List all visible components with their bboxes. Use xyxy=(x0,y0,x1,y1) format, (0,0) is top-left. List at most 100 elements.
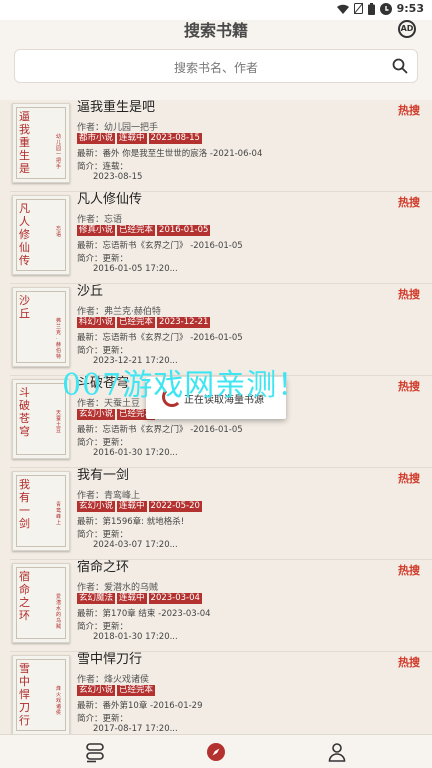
intro-label: 简介：更新： xyxy=(77,254,129,264)
bottom-nav xyxy=(0,734,432,768)
cover-author: 天蚕土豆 xyxy=(56,410,62,434)
latest-chapter: 最新：忘语新书《玄界之门》 -2016-01-05 xyxy=(77,241,243,251)
book-author: 作者：烽火戏诸侯 xyxy=(77,675,150,685)
book-title[interactable]: 逼我重生是吧 xyxy=(77,100,155,116)
cover-title: 我有一剑 xyxy=(19,478,30,530)
hot-badge: 热搜 xyxy=(398,104,420,117)
update-time: 2017-08-17 17:20... xyxy=(93,724,178,734)
book-author: 作者：弗兰克·赫伯特 xyxy=(77,307,161,317)
book-author: 作者：忘语 xyxy=(77,215,123,225)
intro-label: 简介：更新： xyxy=(77,622,129,632)
category-tag: 科幻小说 xyxy=(77,317,116,328)
wifi-icon xyxy=(336,4,349,14)
cover-author: 幼儿园一把手 xyxy=(56,134,62,170)
cover-title: 雪中悍刀行 xyxy=(19,662,30,727)
tag-list: 修真小说 已经完本 2016-01-05 xyxy=(77,225,211,236)
book-title[interactable]: 凡人修仙传 xyxy=(77,192,142,208)
hot-badge: 热搜 xyxy=(398,288,420,301)
update-time: 2024-03-07 17:20... xyxy=(93,540,178,550)
book-item-5[interactable]: 宿命之环 爱潜水的乌贼 宿命之环 热搜 作者：爱潜水的乌贼 玄幻魔法 连载中 2… xyxy=(0,560,432,652)
book-item-1[interactable]: 凡人修仙传 忘语 凡人修仙传 热搜 作者：忘语 修真小说 已经完本 2016-0… xyxy=(0,192,432,284)
book-cover[interactable]: 沙丘 弗兰克·赫伯特 xyxy=(12,287,70,367)
status-tag: 连载中 xyxy=(117,501,147,512)
search-input[interactable]: 搜索书名、作者 xyxy=(15,59,417,76)
date-tag: 2023-03-04 xyxy=(148,593,202,604)
intro-label: 简介：连载： xyxy=(77,162,129,172)
page-title: 搜索书籍 xyxy=(183,21,248,40)
status-tag: 连载中 xyxy=(117,593,147,604)
battery-icon xyxy=(367,2,375,15)
cover-author: 爱潜水的乌贼 xyxy=(56,594,62,630)
no-sim-icon xyxy=(353,3,363,14)
category-tag: 都市小说 xyxy=(77,133,116,144)
latest-chapter: 最新：番外 你是我至生世世的宸洛 -2021-06-04 xyxy=(77,149,263,159)
latest-chapter: 最新：第1596章: 就地格杀! xyxy=(77,517,185,527)
book-item-4[interactable]: 我有一剑 青鸾峰上 我有一剑 热搜 作者：青鸾峰上 玄幻小说 连载中 2022-… xyxy=(0,468,432,560)
date-tag: 2023-08-15 xyxy=(148,133,202,144)
bookshelf-icon[interactable] xyxy=(84,741,106,763)
search-bar[interactable]: 搜索书名、作者 xyxy=(14,49,418,83)
tag-list: 玄幻魔法 连载中 2023-03-04 xyxy=(77,593,202,604)
hot-badge: 热搜 xyxy=(398,472,420,485)
clock-time: 9:53 xyxy=(396,2,424,15)
status-icons: 9:53 xyxy=(336,2,424,15)
notification-icon xyxy=(379,2,392,15)
status-tag: 已经完本 xyxy=(117,225,156,236)
cover-author: 青鸾峰上 xyxy=(56,502,62,526)
header: 搜索书籍 AD 搜索书名、作者 xyxy=(0,20,432,100)
status-tag: 已经完本 xyxy=(117,317,156,328)
book-item-0[interactable]: 逼我重生是 幼儿园一把手 逼我重生是吧 热搜 作者：幼儿园一把手 都市小说 连载… xyxy=(0,100,432,192)
book-title[interactable]: 雪中悍刀行 xyxy=(77,652,142,668)
category-tag: 玄幻小说 xyxy=(77,409,116,420)
hot-badge: 热搜 xyxy=(398,656,420,669)
tag-list: 都市小说 连载中 2023-08-15 xyxy=(77,133,202,144)
date-tag: 2022-05-20 xyxy=(148,501,202,512)
search-icon[interactable] xyxy=(392,58,408,74)
cover-author: 弗兰克·赫伯特 xyxy=(56,318,62,360)
cover-author: 忘语 xyxy=(56,226,62,238)
intro-label: 简介：更新： xyxy=(77,438,129,448)
latest-chapter: 最新：忘语新书《玄界之门》 -2016-01-05 xyxy=(77,425,243,435)
cover-author: 烽火戏诸侯 xyxy=(56,686,62,716)
cover-title: 宿命之环 xyxy=(19,570,30,622)
book-author: 作者：青鸾峰上 xyxy=(77,491,141,501)
hot-badge: 热搜 xyxy=(398,196,420,209)
update-time: 2018-01-30 17:20... xyxy=(93,632,178,642)
book-title[interactable]: 我有一剑 xyxy=(77,468,129,484)
profile-icon[interactable] xyxy=(326,741,348,763)
cover-title: 凡人修仙传 xyxy=(19,202,30,267)
category-tag: 玄幻小说 xyxy=(77,685,116,696)
tag-list: 科幻小说 已经完本 2023-12-21 xyxy=(77,317,211,328)
book-author: 作者：爱潜水的乌贼 xyxy=(77,583,159,593)
hot-badge: 热搜 xyxy=(398,380,420,393)
intro-label: 简介：更新： xyxy=(77,346,129,356)
book-title[interactable]: 沙丘 xyxy=(77,284,103,300)
tag-list: 玄幻小说 已经完本 xyxy=(77,409,156,420)
category-tag: 玄幻小说 xyxy=(77,501,116,512)
book-author: 作者：幼儿园一把手 xyxy=(77,123,159,133)
tag-list: 玄幻小说 已经完本 xyxy=(77,685,156,696)
book-cover[interactable]: 宿命之环 爱潜水的乌贼 xyxy=(12,563,70,643)
update-time: 2016-01-05 17:20... xyxy=(93,264,178,274)
cover-title: 逼我重生是 xyxy=(19,110,30,175)
intro-label: 简介：更新： xyxy=(77,530,129,540)
book-cover[interactable]: 雪中悍刀行 烽火戏诸侯 xyxy=(12,655,70,734)
hot-badge: 热搜 xyxy=(398,564,420,577)
book-cover[interactable]: 逼我重生是 幼儿园一把手 xyxy=(12,103,70,183)
book-cover[interactable]: 凡人修仙传 忘语 xyxy=(12,195,70,275)
latest-chapter: 最新：忘语新书《玄界之门》 -2016-01-05 xyxy=(77,333,243,343)
cover-title: 沙丘 xyxy=(19,294,30,320)
latest-chapter: 最新：第170章 结束 -2023-03-04 xyxy=(77,609,211,619)
book-cover[interactable]: 我有一剑 青鸾峰上 xyxy=(12,471,70,551)
status-bar: 9:53 xyxy=(0,0,432,20)
category-tag: 修真小说 xyxy=(77,225,116,236)
ad-button[interactable]: AD xyxy=(398,20,416,38)
book-title[interactable]: 宿命之环 xyxy=(77,560,129,576)
category-tag: 玄幻魔法 xyxy=(77,593,116,604)
discover-compass-icon[interactable] xyxy=(205,741,227,763)
status-tag: 已经完本 xyxy=(117,685,156,696)
book-item-6[interactable]: 雪中悍刀行 烽火戏诸侯 雪中悍刀行 热搜 作者：烽火戏诸侯 玄幻小说 已经完本 … xyxy=(0,652,432,734)
intro-label: 简介：更新： xyxy=(77,714,129,724)
update-time: 2016-01-30 17:20... xyxy=(93,448,178,458)
cover-title: 斗破苍穹 xyxy=(19,386,30,438)
